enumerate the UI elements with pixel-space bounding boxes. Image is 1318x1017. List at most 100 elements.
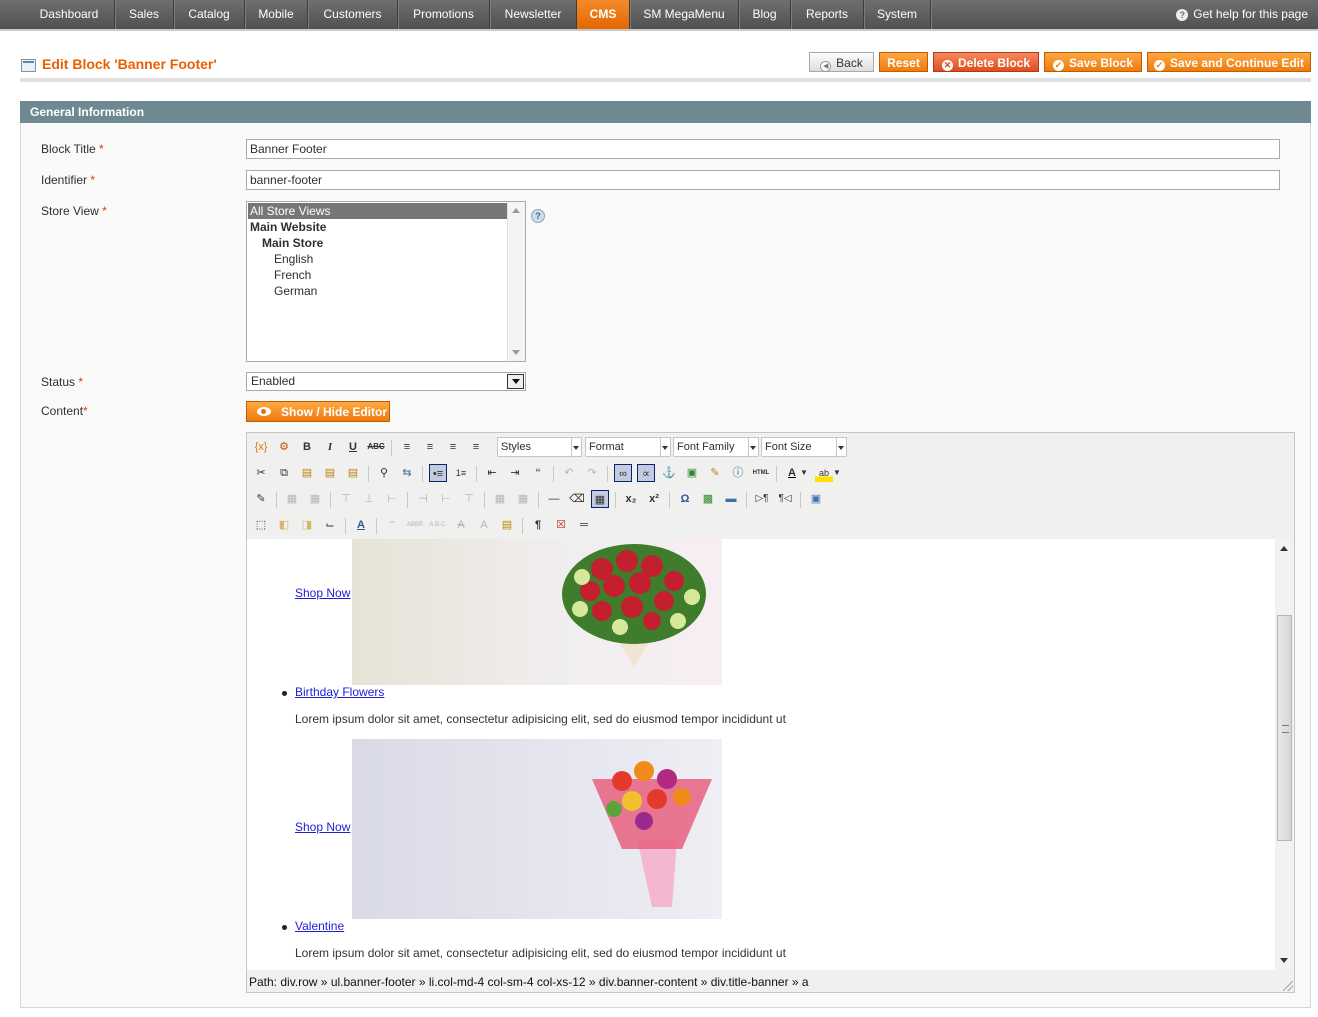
link-icon[interactable]: ∞ [614,464,632,482]
anchor-icon[interactable]: ⚓ [660,464,678,482]
media-icon[interactable]: ▩ [699,490,717,508]
delete-block-button[interactable]: ✕ Delete Block [933,52,1039,72]
identifier-input[interactable]: banner-footer [246,170,1280,190]
cut-icon[interactable]: ✂ [252,464,270,482]
nav-cms[interactable]: CMS [577,0,630,29]
show-hide-editor-button[interactable]: Show / Hide Editor [246,401,390,422]
scroll-down-icon[interactable] [1280,958,1288,963]
font-size-select[interactable]: Font Size [761,437,847,457]
underline-icon[interactable]: U [344,438,362,456]
redo-icon[interactable]: ↷ [583,464,601,482]
hr-advanced-icon[interactable]: ▬ [722,490,740,508]
help-link[interactable]: ? Get help for this page [1176,0,1308,29]
store-option-main-store[interactable]: Main Store [262,235,492,251]
scroll-up-icon[interactable] [512,208,520,213]
table-icon[interactable]: ▦ [591,490,609,508]
resize-handle-icon[interactable] [1283,981,1293,991]
align-left-icon[interactable]: ≡ [398,438,416,456]
cleanup-icon[interactable]: ✎ [706,464,724,482]
abbr-icon[interactable]: ABBR [406,516,424,534]
save-continue-button[interactable]: ✓ Save and Continue Edit [1147,52,1311,72]
status-select[interactable]: Enabled [246,372,526,391]
nav-blog[interactable]: Blog [739,0,791,29]
store-option-french[interactable]: French [274,267,494,283]
outdent-icon[interactable]: ⇤ [483,464,501,482]
store-option-main-website[interactable]: Main Website [250,219,507,235]
align-center-icon[interactable]: ≡ [421,438,439,456]
insertion-icon[interactable]: A [475,516,493,534]
scrollbar-thumb[interactable] [1277,615,1292,841]
help-editor-icon[interactable]: ⓘ [729,464,747,482]
pagebreak-icon[interactable]: ═ [575,516,593,534]
move-forward-icon[interactable]: ◧ [275,516,293,534]
store-option-english[interactable]: English [274,251,494,267]
store-option-german[interactable]: German [274,283,494,299]
insert-layer-icon[interactable]: ⬚ [252,516,270,534]
subscript-icon[interactable]: x₂ [622,490,640,508]
store-view-help-icon[interactable]: ? [531,209,545,223]
split-cells-icon[interactable]: ▦ [491,490,509,508]
insert-col-before-icon[interactable]: ⊣ [414,490,432,508]
style-props-icon[interactable]: A [352,516,370,534]
shop-now-link-2[interactable]: Shop Now [295,820,350,834]
paste-icon[interactable]: ▤ [298,464,316,482]
editor-scrollbar[interactable] [1275,539,1294,970]
chevron-down-icon[interactable]: ▼ [832,464,842,482]
save-block-button[interactable]: ✓ Save Block [1044,52,1142,72]
attributes-icon[interactable]: ▤ [498,516,516,534]
numbered-list-icon[interactable]: 1≡ [452,464,470,482]
undo-icon[interactable]: ↶ [560,464,578,482]
store-view-multiselect[interactable]: All Store Views Main Website Main Store … [246,201,526,362]
special-char-icon[interactable]: Ω [676,490,694,508]
editor-content[interactable]: Shop Now Birthday Flowers Lorem ipsum do… [247,539,1275,970]
edit-css-icon[interactable]: ✎ [252,490,270,508]
cite-icon[interactable]: “” [383,516,401,534]
birthday-flowers-link[interactable]: Birthday Flowers [295,685,384,699]
unlink-icon[interactable]: ∝ [637,464,655,482]
absolute-icon[interactable]: ⌙ [321,516,339,534]
nav-system[interactable]: System [864,0,931,29]
insert-row-after-icon[interactable]: ⊥ [360,490,378,508]
bold-icon[interactable]: B [298,438,316,456]
visual-chars-icon[interactable]: ¶ [529,516,547,534]
font-family-select[interactable]: Font Family [673,437,759,457]
chevron-down-icon[interactable] [507,374,524,389]
indent-icon[interactable]: ⇥ [506,464,524,482]
insert-row-before-icon[interactable]: ⊤ [337,490,355,508]
chevron-down-icon[interactable]: ▼ [799,464,809,482]
shop-now-link-1[interactable]: Shop Now [295,586,350,600]
nav-dashboard[interactable]: Dashboard [24,0,115,29]
fullscreen-icon[interactable]: ▣ [807,490,825,508]
insert-col-after-icon[interactable]: ⊢ [437,490,455,508]
bullet-list-icon[interactable]: •≡ [429,464,447,482]
paste-text-icon[interactable]: ▤ [321,464,339,482]
nav-promotions[interactable]: Promotions [398,0,490,29]
nonbreaking-icon[interactable]: ☒ [552,516,570,534]
styles-select[interactable]: Styles [497,437,582,457]
acronym-icon[interactable]: A.B.C. [429,516,447,534]
move-backward-icon[interactable]: ◨ [298,516,316,534]
nav-sm-megamenu[interactable]: SM MegaMenu [630,0,739,29]
nav-newsletter[interactable]: Newsletter [490,0,577,29]
background-color-icon[interactable]: ab [815,464,833,482]
image-icon[interactable]: ▣ [683,464,701,482]
nav-mobile[interactable]: Mobile [245,0,308,29]
merge-cells-icon[interactable]: ▦ [514,490,532,508]
horizontal-rule-icon[interactable]: — [545,490,563,508]
block-title-input[interactable]: Banner Footer [246,139,1280,159]
store-view-scrollbar[interactable] [507,202,525,361]
back-button[interactable]: ◀ Back [809,52,874,72]
italic-icon[interactable]: I [321,438,339,456]
nav-catalog[interactable]: Catalog [174,0,245,29]
deletion-icon[interactable]: A [452,516,470,534]
blockquote-icon[interactable]: “ [529,464,547,482]
nav-reports[interactable]: Reports [791,0,864,29]
paste-word-icon[interactable]: ▤ [344,464,362,482]
scroll-up-icon[interactable] [1280,546,1288,551]
delete-col-icon[interactable]: ⊤ [460,490,478,508]
delete-row-icon[interactable]: ⊢ [383,490,401,508]
find-icon[interactable]: ⚲ [375,464,393,482]
replace-icon[interactable]: ⇆ [398,464,416,482]
nav-customers[interactable]: Customers [308,0,398,29]
format-select[interactable]: Format [585,437,671,457]
